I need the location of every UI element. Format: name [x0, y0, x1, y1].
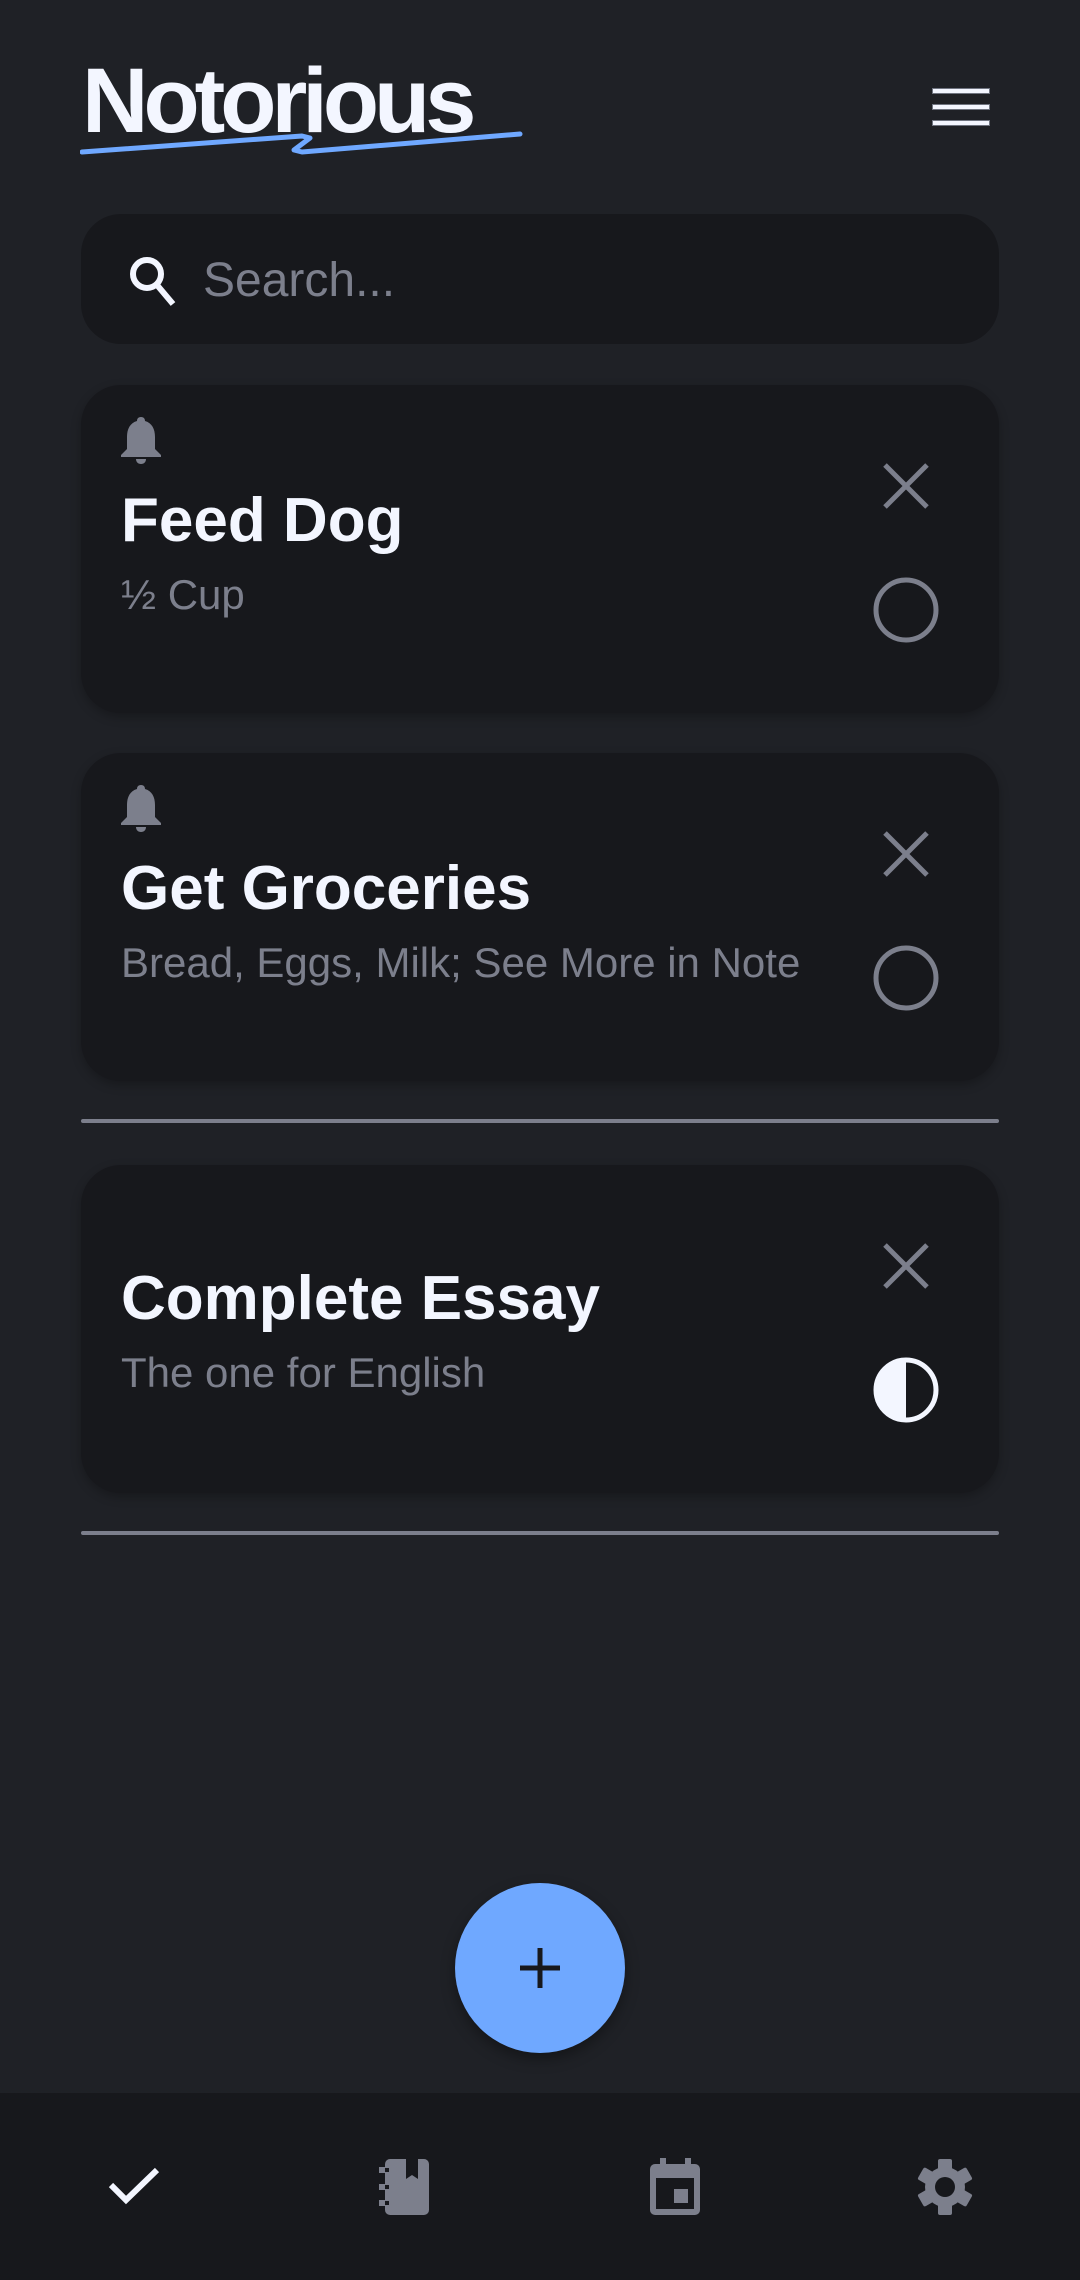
- task-title: Complete Essay: [121, 1264, 600, 1333]
- logo-underline-icon: [80, 131, 523, 155]
- task-description: The one for English: [121, 1349, 486, 1396]
- task-description: Bread, Eggs, Milk; See More in Note: [121, 939, 801, 986]
- task-description: ½ Cup: [121, 571, 245, 618]
- plus-icon: [520, 1948, 560, 1988]
- empty-circle-icon[interactable]: [871, 575, 941, 645]
- close-icon[interactable]: [881, 829, 931, 879]
- task-title: Feed Dog: [121, 486, 404, 555]
- search-icon: [130, 257, 176, 306]
- nav-item-settings[interactable]: [810, 2093, 1080, 2280]
- close-icon[interactable]: [881, 461, 931, 511]
- section-divider: [81, 1119, 999, 1123]
- task-card[interactable]: Complete Essay The one for English: [81, 1165, 999, 1493]
- task-title: Get Groceries: [121, 854, 532, 923]
- task-card[interactable]: Get Groceries Bread, Eggs, Milk; See Mor…: [81, 753, 999, 1081]
- bell-icon: [121, 785, 161, 832]
- nav-item-tasks[interactable]: [0, 2093, 270, 2280]
- nav-item-notes[interactable]: [270, 2093, 540, 2280]
- notebook-icon: [379, 2158, 429, 2215]
- search-bar[interactable]: [81, 214, 999, 344]
- add-task-button[interactable]: [455, 1883, 625, 2053]
- check-icon: [108, 2167, 160, 2204]
- close-icon[interactable]: [881, 1241, 931, 1291]
- empty-circle-icon[interactable]: [871, 943, 941, 1013]
- half-circle-icon[interactable]: [871, 1355, 941, 1425]
- calendar-icon: [650, 2157, 700, 2215]
- task-card[interactable]: Feed Dog ½ Cup: [81, 385, 999, 713]
- bottom-nav: [0, 2093, 1080, 2280]
- bell-icon: [121, 417, 161, 464]
- hamburger-menu-icon[interactable]: [930, 84, 992, 130]
- section-divider: [81, 1531, 999, 1535]
- app-header: Notorious: [0, 0, 1080, 200]
- nav-item-calendar[interactable]: [540, 2093, 810, 2280]
- search-input[interactable]: [201, 244, 965, 316]
- gear-icon: [917, 2158, 973, 2215]
